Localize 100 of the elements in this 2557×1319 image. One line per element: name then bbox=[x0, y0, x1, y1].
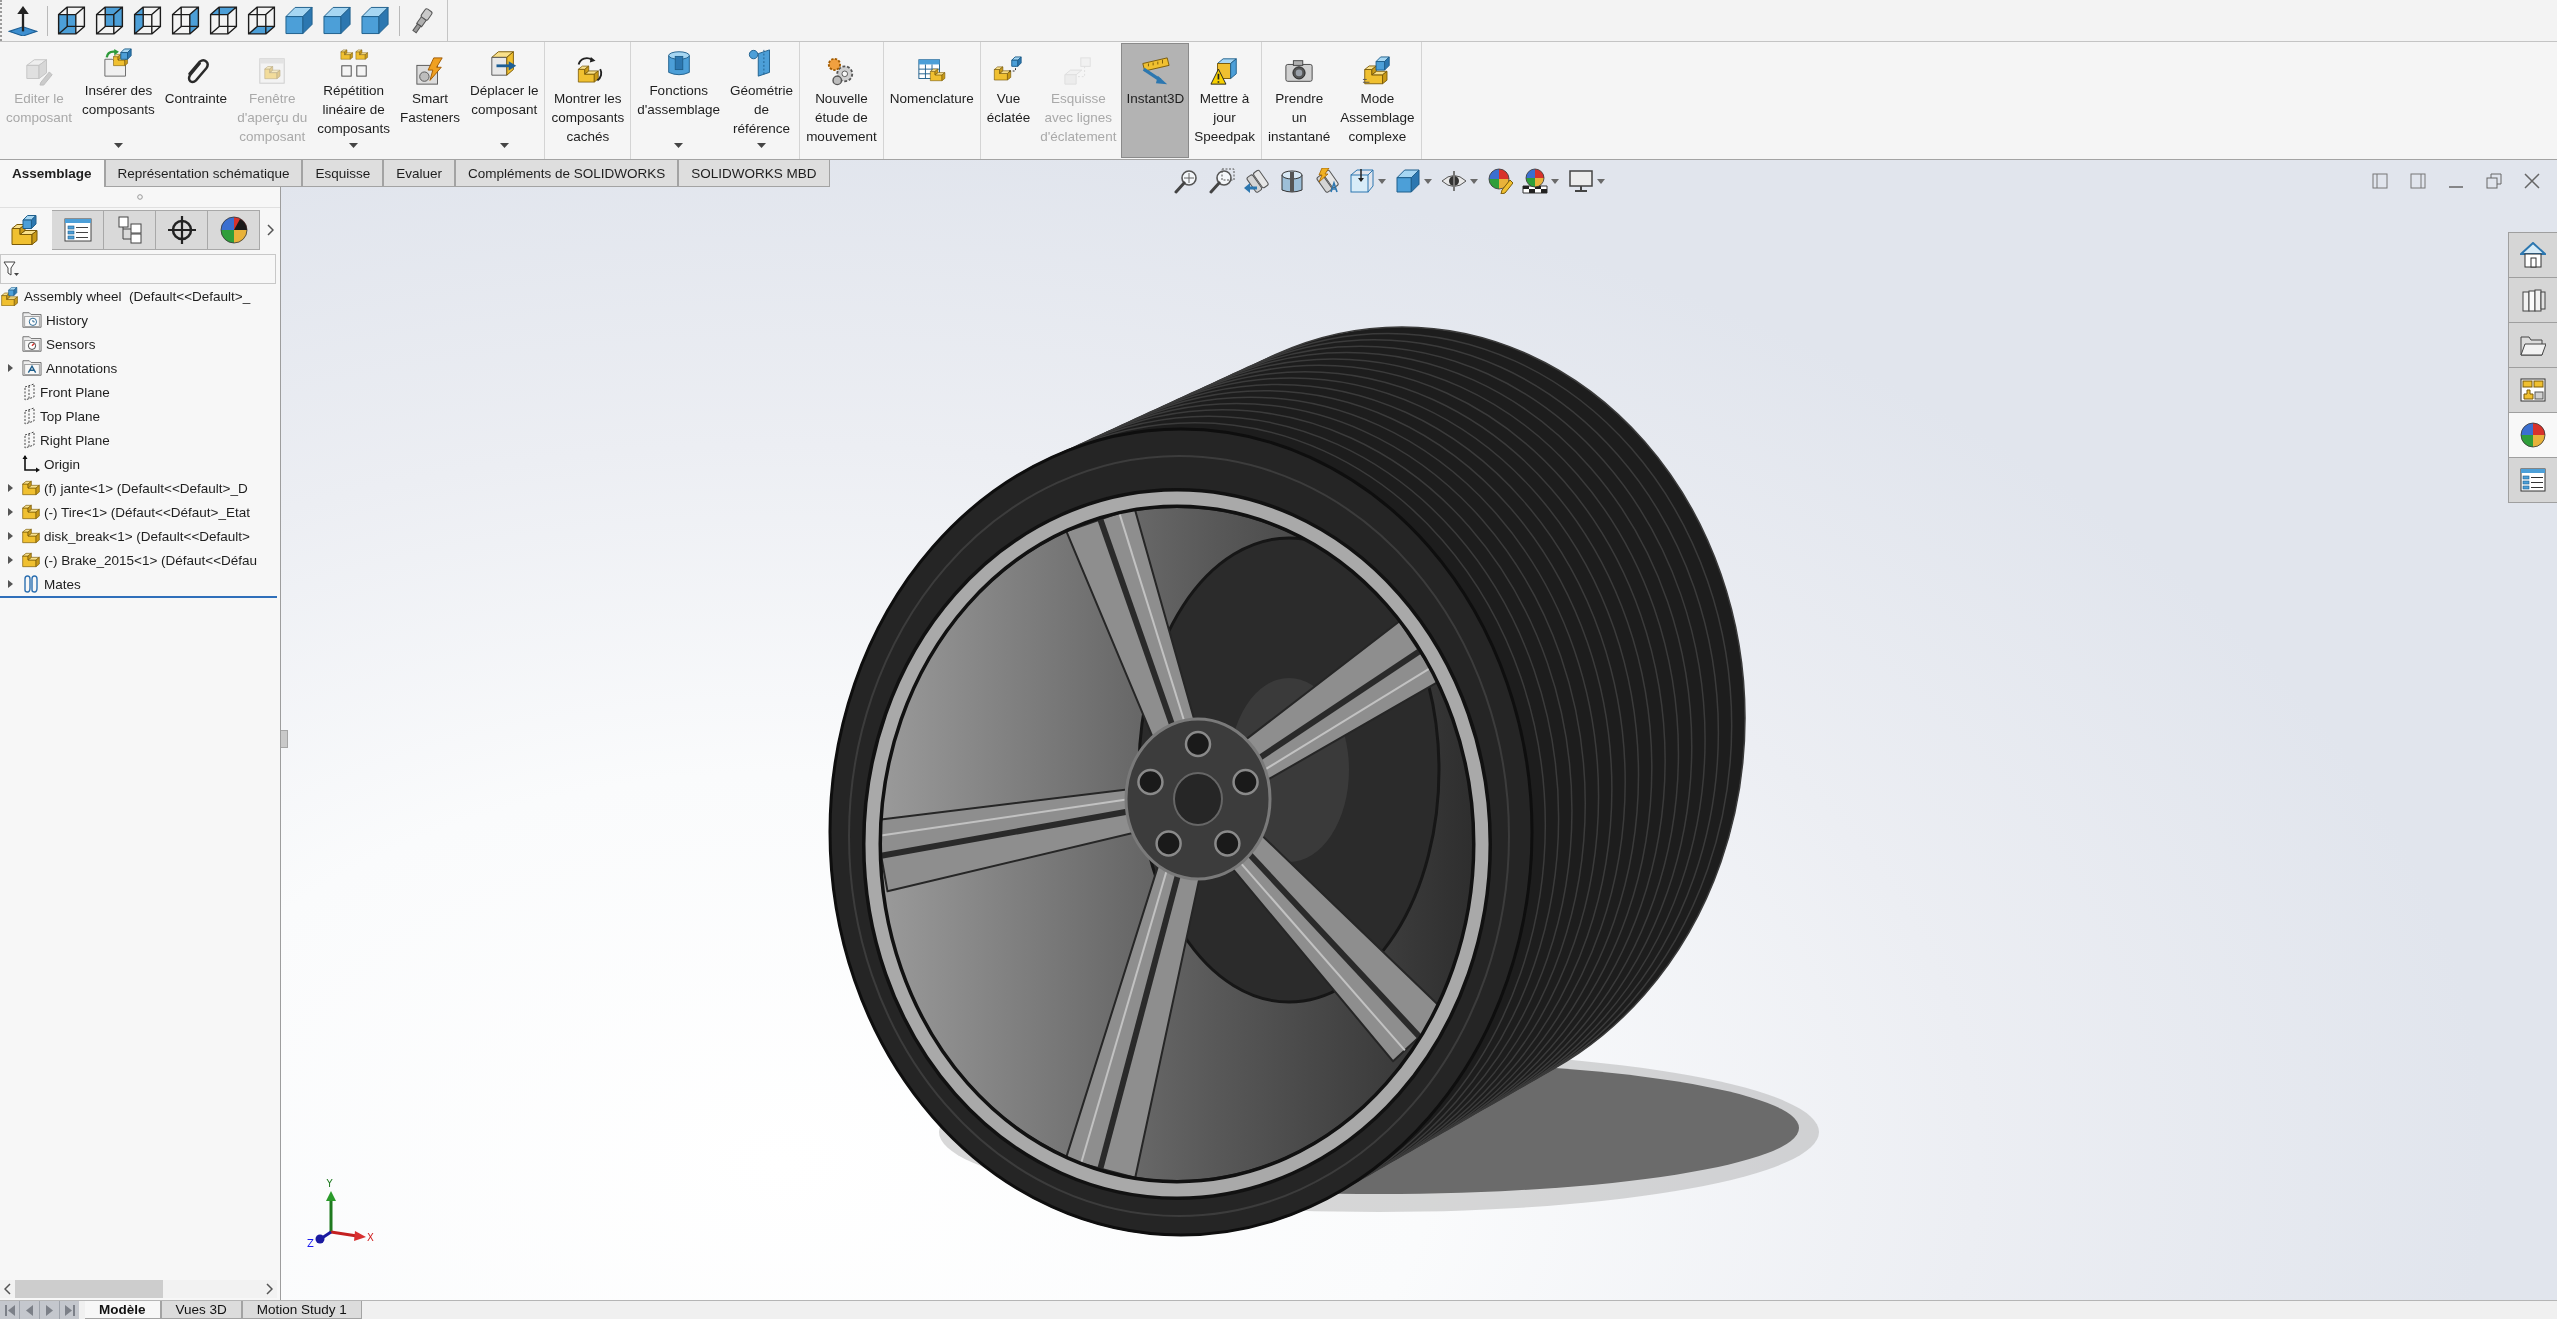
tree-item[interactable]: Mates bbox=[0, 572, 277, 596]
horizontal-scrollbar[interactable] bbox=[0, 1280, 277, 1298]
plane-icon bbox=[22, 383, 36, 401]
tree-item[interactable]: (-) Brake_2015<1> (Défaut<<Défau bbox=[0, 548, 277, 572]
tree-item[interactable]: (f) jante<1> (Default<<Default>_D bbox=[0, 476, 277, 500]
ribbon-button[interactable]: Géométrie de référence bbox=[725, 43, 799, 158]
tree-item[interactable]: Origin bbox=[0, 452, 277, 476]
list-icon bbox=[2520, 467, 2546, 493]
ribbon-button[interactable]: Contrainte bbox=[159, 43, 233, 158]
ribbon-button[interactable]: Mode Assemblage complexe bbox=[1335, 43, 1420, 158]
binoculars-lightning-icon[interactable] bbox=[1314, 168, 1340, 194]
view-orientation-icon[interactable] bbox=[1349, 168, 1375, 194]
cube-view-icon[interactable] bbox=[57, 6, 86, 35]
chevron-right-icon[interactable] bbox=[266, 1283, 273, 1295]
cube-view-icon[interactable] bbox=[209, 6, 238, 35]
caret-icon bbox=[674, 143, 684, 148]
caret-icon[interactable] bbox=[1378, 178, 1386, 184]
task-pane-tab[interactable] bbox=[2508, 233, 2557, 278]
chevron-left-icon[interactable] bbox=[4, 1283, 11, 1295]
tree-item[interactable]: disk_break<1> (Default<<Default> bbox=[0, 524, 277, 548]
expand-arrow-icon[interactable] bbox=[7, 532, 13, 540]
panel-tab[interactable] bbox=[208, 210, 260, 250]
bottom-tab[interactable]: Vues 3D bbox=[160, 1301, 242, 1319]
filter-field[interactable] bbox=[0, 254, 276, 284]
bottom-tab[interactable]: Modèle bbox=[85, 1301, 161, 1319]
ribbon-button[interactable]: Déplacer le composant bbox=[465, 43, 544, 158]
bottom-tab[interactable]: Motion Study 1 bbox=[241, 1301, 362, 1319]
task-pane-tab[interactable] bbox=[2508, 458, 2557, 503]
bolt-icon[interactable] bbox=[409, 6, 435, 35]
zoom-area-icon[interactable] bbox=[1209, 168, 1235, 194]
expand-arrow-icon[interactable] bbox=[7, 556, 13, 564]
tree-item[interactable]: (-) Tire<1> (Défaut<<Défaut>_Etat bbox=[0, 500, 277, 524]
tree-item[interactable]: Annotations bbox=[0, 356, 277, 380]
task-pane-tab[interactable] bbox=[2508, 323, 2557, 368]
restore-icon[interactable] bbox=[2486, 173, 2502, 189]
panel-tab[interactable] bbox=[156, 210, 208, 250]
cube-icon[interactable] bbox=[1395, 168, 1421, 194]
caret-icon[interactable] bbox=[1551, 178, 1559, 184]
cube-view-icon[interactable] bbox=[247, 6, 276, 35]
ribbon-button[interactable]: Nouvelle étude de mouvement bbox=[801, 43, 882, 158]
color-ball-icon bbox=[2520, 422, 2546, 448]
expand-arrow-icon[interactable] bbox=[7, 364, 13, 372]
cube-view-icon[interactable] bbox=[133, 6, 162, 35]
ribbon-button[interactable]: Fonctions d'assemblage bbox=[632, 43, 726, 158]
folder-lines-icon bbox=[22, 359, 42, 377]
ribbon-button[interactable]: Insérer des composants bbox=[77, 43, 160, 158]
ribbon-tab[interactable]: SOLIDWORKS MBD bbox=[678, 160, 830, 187]
tile-right-icon[interactable] bbox=[2410, 173, 2426, 189]
expand-arrow-icon[interactable] bbox=[7, 580, 13, 588]
caret-icon[interactable] bbox=[1424, 178, 1432, 184]
task-pane-tab[interactable] bbox=[2508, 413, 2557, 458]
tree-item[interactable]: History bbox=[0, 308, 277, 332]
task-pane-tab[interactable] bbox=[2508, 368, 2557, 413]
ball-checker-icon[interactable] bbox=[1522, 168, 1548, 194]
plane-arrow-icon[interactable] bbox=[8, 5, 38, 36]
block-icon bbox=[22, 480, 40, 496]
binoculars-arrow-icon[interactable] bbox=[1244, 168, 1270, 194]
tree-item[interactable]: Top Plane bbox=[0, 404, 277, 428]
close-icon[interactable] bbox=[2524, 173, 2540, 189]
ribbon-button[interactable]: Prendre un instantané bbox=[1263, 43, 1336, 158]
monitor-icon[interactable] bbox=[1568, 168, 1594, 194]
chevron-right-icon[interactable] bbox=[266, 224, 274, 236]
ribbon-button[interactable]: Instant3D bbox=[1121, 43, 1190, 158]
scrollbar-thumb[interactable] bbox=[15, 1280, 163, 1298]
axis-label: Y bbox=[326, 1178, 333, 1189]
ribbon-button[interactable]: Mettre à jour Speedpak bbox=[1189, 43, 1260, 158]
caret-icon[interactable] bbox=[1470, 178, 1478, 184]
tree-item[interactable]: Front Plane bbox=[0, 380, 277, 404]
tree-item[interactable]: Assembly wheel (Default<<Default>_ bbox=[0, 284, 277, 308]
grip-dot-icon[interactable] bbox=[137, 194, 143, 200]
ribbon-tab[interactable]: Représentation schématique bbox=[104, 160, 303, 187]
ribbon-button[interactable]: Vue éclatée bbox=[981, 43, 1036, 158]
expand-arrow-icon[interactable] bbox=[7, 508, 13, 516]
ribbon-button[interactable]: Répétition linéaire de composants bbox=[312, 43, 396, 158]
plane-icon bbox=[22, 431, 36, 449]
ball-pencil-icon[interactable] bbox=[1487, 168, 1513, 194]
ribbon-button[interactable]: Smart Fasteners bbox=[395, 43, 466, 158]
ribbon-button[interactable]: Montrer les composants cachés bbox=[546, 43, 630, 158]
cube-view-icon[interactable] bbox=[171, 6, 200, 35]
splitter-handle[interactable] bbox=[281, 730, 288, 748]
block-icon bbox=[22, 504, 40, 520]
triangle-right-icon bbox=[46, 1304, 53, 1316]
cube-view-icon[interactable] bbox=[95, 6, 124, 35]
ribbon-tab[interactable]: Compléments de SOLIDWORKS bbox=[454, 160, 679, 187]
eye-icon[interactable] bbox=[1441, 168, 1467, 194]
ribbon-button[interactable]: Nomenclature bbox=[884, 43, 979, 158]
zoom-fit-icon[interactable] bbox=[1174, 168, 1200, 194]
ribbon-tab[interactable]: Assemblage bbox=[0, 160, 105, 187]
axis-label: Z bbox=[307, 1238, 314, 1249]
tree-item[interactable]: Sensors bbox=[0, 332, 277, 356]
section-view-icon[interactable] bbox=[1279, 168, 1305, 194]
ribbon-tab[interactable]: Esquisse bbox=[302, 160, 384, 187]
expand-arrow-icon[interactable] bbox=[7, 484, 13, 492]
tree-item[interactable]: Right Plane bbox=[0, 428, 277, 452]
caret-icon bbox=[113, 143, 123, 148]
task-pane-tab[interactable] bbox=[2508, 278, 2557, 323]
axis-label: X bbox=[367, 1232, 374, 1243]
tile-left-icon[interactable] bbox=[2372, 173, 2388, 189]
ribbon-tab[interactable]: Evaluer bbox=[383, 160, 455, 187]
caret-icon[interactable] bbox=[1597, 178, 1605, 184]
